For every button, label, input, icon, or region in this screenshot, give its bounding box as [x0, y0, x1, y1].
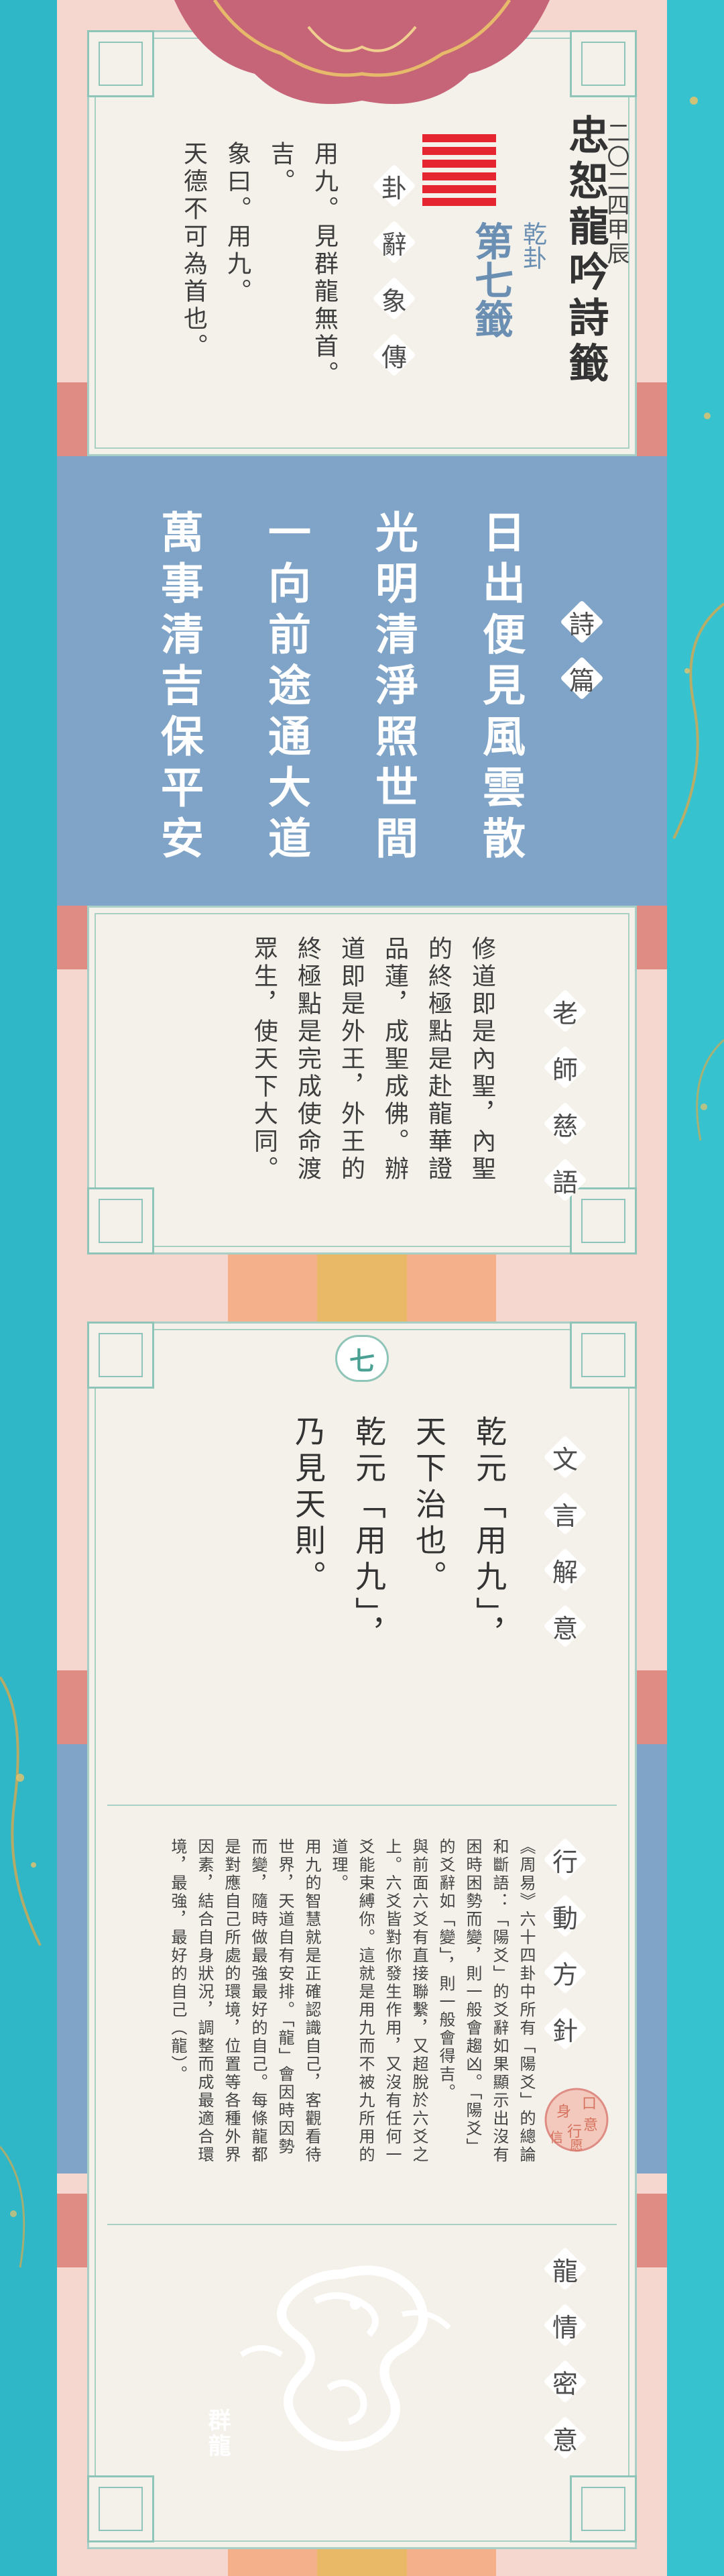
wenyan-section: 七 文 言 解 意 乾元「用九」， 天下治也。 乾元「用九」， 乃見天則。 行 … [57, 1322, 667, 2576]
side-band [637, 382, 667, 456]
action-line: 是對應自己所處的環境，位置等各種外界 [222, 1838, 241, 2164]
teacher-line: 眾生，使天下大同。 [250, 936, 278, 1183]
side-band [57, 2194, 87, 2267]
dragon-icon [239, 2265, 451, 2451]
right-marble-decoration [667, 0, 724, 2576]
side-band-blue [637, 1744, 667, 2174]
action-line: 與前面六爻有直接聯繫，又超脫於六爻之 [410, 1838, 428, 2164]
teacher-line: 的終極點是赴龍華證 [424, 936, 452, 1183]
teacher-line: 終極點是完成使命渡 [294, 936, 321, 1183]
teacher-line: 修道即是內聖，內聖 [468, 936, 495, 1183]
section-label-poem: 詩 篇 [556, 594, 607, 706]
divider [107, 2224, 617, 2225]
side-band-blue [57, 1744, 87, 2174]
poem-line: 日出便見風雲散 [475, 510, 526, 867]
cloud-ornament [174, 0, 550, 104]
wenyan-line: 乾元「用九」， [351, 1415, 387, 1654]
action-line: 上。六爻皆對你發生作用，又沒有任何一 [383, 1838, 402, 2164]
guaci-line: 用九。見群龍無首。 [310, 141, 338, 388]
action-line: 的爻辭如「變」，則一般會得吉。 [436, 1838, 455, 2102]
side-band [57, 906, 87, 969]
corner-ornament [87, 1187, 154, 1254]
action-line: 因素，結合自身狀況，調整而成最適合環 [195, 1838, 214, 2164]
action-text-block: 《周易》六十四卦中所有「陽爻」的總論 和斷語：「陽爻」的爻辭如果顯示出沒有 困時… [124, 1838, 540, 2200]
qian-hexagram-icon [422, 134, 496, 206]
side-band [57, 1670, 87, 1744]
lot-badge: 七 [335, 1335, 389, 1382]
guaci-line: 天德不可為首也。 [180, 141, 207, 361]
corner-ornament [87, 30, 154, 97]
section-label-wenyan: 文 言 解 意 [540, 1429, 591, 1654]
side-band [637, 1670, 667, 1744]
side-band [57, 382, 87, 456]
header-section: 二〇二四甲辰 忠恕龍吟詩籤 乾卦 第七籤 卦 辭 象 傳 用九。見群龍無首。 吉… [57, 0, 667, 456]
side-band [637, 2194, 667, 2267]
wenyan-line: 天下治也。 [411, 1415, 447, 1597]
color-bars [228, 1254, 496, 1322]
action-line: 世界，天道自有安排。「龍」會因時因勢 [276, 1838, 294, 2156]
corner-ornament [570, 1322, 637, 1389]
section-label-guaci: 卦 辭 象 傳 [369, 158, 420, 383]
dragon-caption: 群龍 [204, 2408, 231, 2459]
poem-section: 詩 篇 日出便見風雲散 光明清淨照世間 一向前途通大道 萬事清吉保平安 [57, 456, 667, 906]
stamp-seal: 口 身 意 行 信 愿 [543, 2086, 610, 2153]
action-line: 爻能束縛你。這就是用九而不被九所用的 [356, 1838, 375, 2164]
left-marble-decoration [0, 0, 57, 2576]
action-line: 境，最強，最好的自己（龍）。 [168, 1838, 187, 2084]
teacher-line: 道即是外王，外王的 [337, 936, 365, 1183]
corner-ornament [87, 1322, 154, 1389]
poem-line: 萬事清吉保平安 [154, 510, 204, 867]
action-line: 用九的智慧就是正確認識自己，客觀看待 [302, 1838, 321, 2164]
section-label-teacher: 老 師 慈 語 [540, 983, 591, 1208]
corner-ornament [570, 2475, 637, 2542]
lot-number: 第七籤 [468, 221, 514, 338]
color-bars [228, 2549, 496, 2576]
side-band [637, 906, 667, 969]
wenyan-line: 乾元「用九」， [471, 1415, 507, 1654]
action-line: 而變，隨時做最強最好的自己。每條龍都 [249, 1838, 267, 2164]
guaci-line: 象曰。用九。 [223, 141, 251, 306]
corner-ornament [87, 2475, 154, 2542]
teacher-line: 品蓮，成聖成佛。辦 [381, 936, 408, 1183]
guaci-line: 吉。 [267, 141, 294, 196]
poem-line: 光明清淨照世間 [368, 510, 418, 867]
hexagram-name: 乾卦 [519, 221, 546, 270]
corner-ornament [570, 30, 637, 97]
section-label-action: 行 動 方 針 [540, 1831, 591, 2057]
action-line: 和斷語：「陽爻」的爻辭如果顯示出沒有 [490, 1838, 509, 2164]
action-line: 《周易》六十四卦中所有「陽爻」的總論 [517, 1838, 536, 2164]
poem-line: 一向前途通大道 [261, 510, 311, 867]
action-line: 困時困勢而變，則一般會趨凶。「陽爻」 [463, 1838, 482, 2156]
teacher-section: 老 師 慈 語 修道即是內聖，內聖 的終極點是赴龍華證 品蓮，成聖成佛。辦 道即… [57, 906, 667, 1322]
divider [107, 1805, 617, 1806]
wenyan-line: 乃見天則。 [290, 1415, 326, 1597]
action-line: 道理。 [329, 1838, 348, 1892]
page-title: 忠恕龍吟詩籤 [562, 114, 609, 388]
section-label-dragon: 龍 情 密 意 [540, 2241, 591, 2466]
